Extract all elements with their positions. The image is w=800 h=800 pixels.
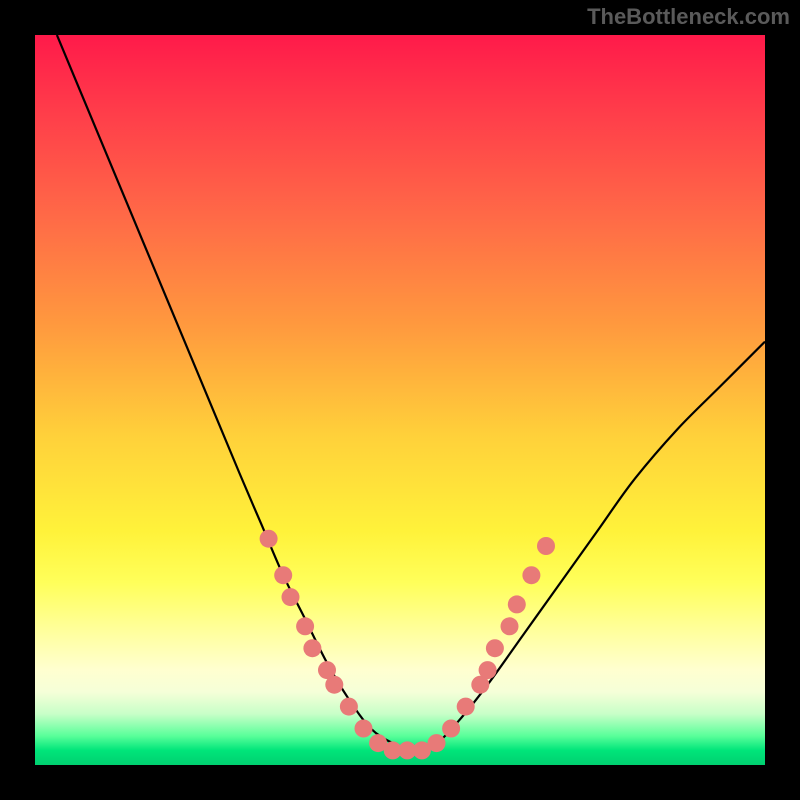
data-marker xyxy=(537,537,555,555)
data-marker xyxy=(486,639,504,657)
data-marker xyxy=(479,661,497,679)
chart-container: TheBottleneck.com xyxy=(0,0,800,800)
data-marker xyxy=(442,720,460,738)
data-marker xyxy=(282,588,300,606)
bottleneck-curve xyxy=(35,35,765,765)
marker-group xyxy=(260,530,555,760)
data-marker xyxy=(508,595,526,613)
data-marker xyxy=(340,698,358,716)
watermark-label: TheBottleneck.com xyxy=(587,4,790,30)
data-marker xyxy=(428,734,446,752)
data-marker xyxy=(296,617,314,635)
data-marker xyxy=(260,530,278,548)
data-marker xyxy=(274,566,292,584)
data-marker xyxy=(501,617,519,635)
curve-path xyxy=(57,35,765,750)
data-marker xyxy=(303,639,321,657)
data-marker xyxy=(457,698,475,716)
data-marker xyxy=(355,720,373,738)
data-marker xyxy=(325,676,343,694)
data-marker xyxy=(522,566,540,584)
plot-area xyxy=(35,35,765,765)
